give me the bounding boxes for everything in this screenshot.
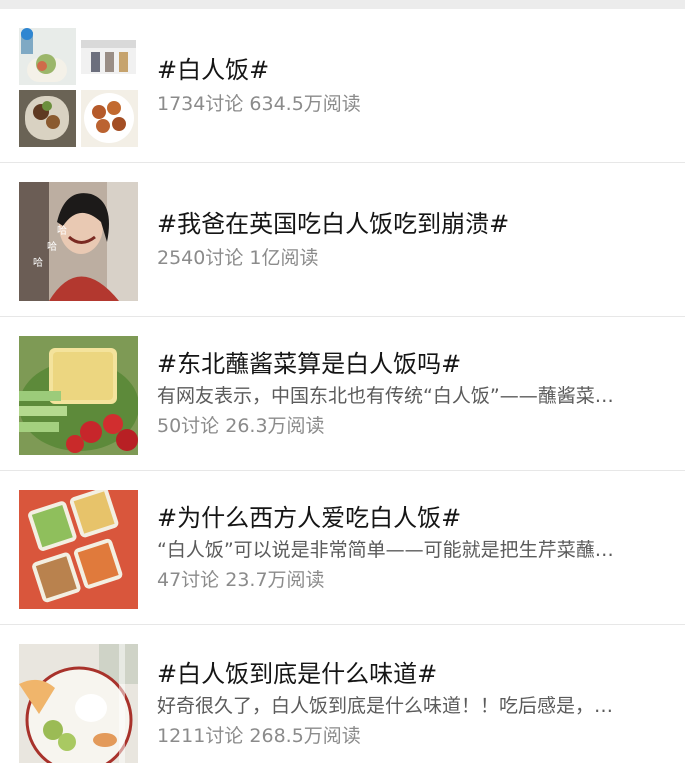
image-caption: 哈 [57, 224, 67, 237]
topic-title[interactable]: #白人饭到底是什么味道# [157, 657, 663, 691]
topic-item[interactable]: #东北蘸酱菜算是白人饭吗# 有网友表示，中国东北也有传统“白人饭”——蘸酱菜… … [0, 317, 685, 471]
topic-description: “白人饭”可以说是非常简单——可能就是把生芹菜蘸… [157, 538, 614, 561]
topic-stats: 1734讨论 634.5万阅读 [157, 89, 663, 119]
topic-list: #白人饭# 1734讨论 634.5万阅读 哈 哈 哈 #我爸在英国吃白人饭吃到… [0, 9, 685, 783]
topic-item[interactable]: 哈 哈 哈 #我爸在英国吃白人饭吃到崩溃# 2540讨论 1亿阅读 [0, 163, 685, 317]
read-count: 268.5万阅读 [249, 725, 361, 747]
discussion-count: 1211讨论 [157, 725, 244, 747]
discussion-count: 1734讨论 [157, 92, 244, 115]
topic-title[interactable]: #东北蘸酱菜算是白人饭吗# [157, 347, 663, 381]
image-caption: 哈 [47, 240, 57, 253]
topic-item[interactable]: #白人饭# 1734讨论 634.5万阅读 [0, 9, 685, 163]
image-caption: 哈 [33, 256, 43, 269]
topic-thumbnail [19, 28, 138, 147]
topic-stats: 2540讨论 1亿阅读 [157, 243, 663, 273]
topic-stats: 47讨论 23.7万阅读 [157, 565, 663, 595]
topic-stats: 1211讨论 268.5万阅读 [157, 721, 663, 751]
read-count: 23.7万阅读 [225, 568, 325, 591]
topic-title[interactable]: #白人饭# [157, 53, 663, 87]
topic-stats: 50讨论 26.3万阅读 [157, 411, 663, 441]
read-count: 1亿阅读 [249, 246, 319, 269]
discussion-count: 50讨论 [157, 414, 220, 437]
topic-thumbnail: 哈 哈 哈 [19, 182, 138, 301]
topic-item[interactable]: #白人饭到底是什么味道# 好奇很久了，白人饭到底是什么味道！！吃后感是，… 12… [0, 625, 685, 783]
topic-description: 有网友表示，中国东北也有传统“白人饭”——蘸酱菜… [157, 384, 614, 407]
topic-title[interactable]: #我爸在英国吃白人饭吃到崩溃# [157, 207, 663, 241]
top-bar [0, 0, 685, 9]
read-count: 634.5万阅读 [249, 92, 361, 115]
topic-thumbnail [19, 336, 138, 455]
topic-thumbnail [19, 644, 138, 763]
topic-description: 好奇很久了，白人饭到底是什么味道！！吃后感是，… [157, 695, 614, 717]
discussion-count: 2540讨论 [157, 246, 244, 269]
read-count: 26.3万阅读 [225, 414, 325, 437]
discussion-count: 47讨论 [157, 568, 220, 591]
topic-thumbnail [19, 490, 138, 609]
topic-title[interactable]: #为什么西方人爱吃白人饭# [157, 501, 663, 535]
topic-item[interactable]: #为什么西方人爱吃白人饭# “白人饭”可以说是非常简单——可能就是把生芹菜蘸… … [0, 471, 685, 625]
